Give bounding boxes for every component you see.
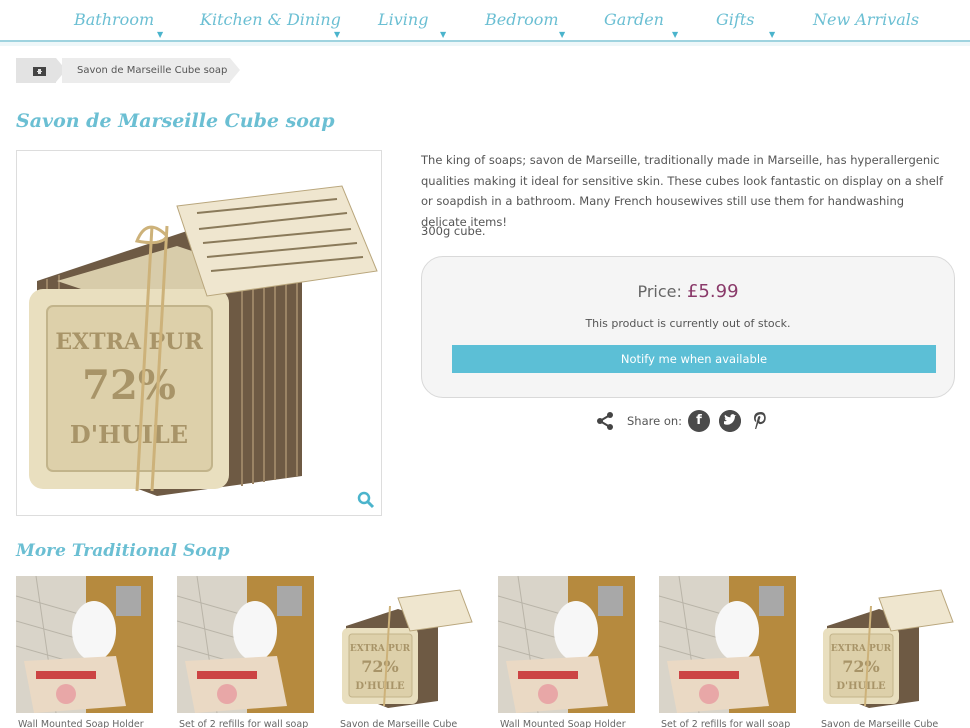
share-icon <box>597 412 613 430</box>
chevron-down-icon[interactable]: ▼ <box>157 31 163 39</box>
nav-shadow <box>0 42 970 46</box>
related-product[interactable]: Wall Mounted Soap Holder <box>16 576 153 728</box>
soap-text-2: 72% <box>82 362 176 409</box>
related-product-caption[interactable]: Set of 2 refills for wall soap <box>179 719 314 728</box>
breadcrumb-separator <box>230 58 240 82</box>
share-label: Share on: <box>627 414 683 428</box>
pinterest-icon[interactable] <box>750 410 772 432</box>
price-box: Price: £5.99 This product is currently o… <box>421 256 955 398</box>
nav-item-kitchen-dining[interactable]: Kitchen & Dining <box>200 10 341 29</box>
zoom-icon[interactable] <box>357 491 375 509</box>
soap-text-1: EXTRA PUR <box>350 644 411 654</box>
facebook-icon[interactable]: f <box>688 410 710 432</box>
nav-item-new-arrivals[interactable]: New Arrivals <box>813 10 919 29</box>
related-product-caption[interactable]: Wall Mounted Soap Holder <box>18 719 153 728</box>
chevron-down-icon[interactable]: ▼ <box>334 31 340 39</box>
chevron-down-icon[interactable]: ▼ <box>672 31 678 39</box>
price-line: Price: £5.99 <box>422 281 954 302</box>
soap-text-2: 72% <box>842 657 879 676</box>
breadcrumb-current: Savon de Marseille Cube soap <box>62 58 230 83</box>
soap-holder-image <box>177 576 314 713</box>
twitter-icon[interactable] <box>719 410 741 432</box>
nav-item-bedroom[interactable]: Bedroom <box>485 10 559 29</box>
soap-text-3: D'HUILE <box>70 420 188 449</box>
related-product-caption[interactable]: Set of 2 refills for wall soap <box>661 719 796 728</box>
main-navigation: Bathroom ▼ Kitchen & Dining ▼ Living ▼ B… <box>0 0 970 42</box>
related-product[interactable]: Set of 2 refills for wall soap <box>177 576 314 728</box>
related-product-caption[interactable]: Savon de Marseille Cube <box>340 719 475 728</box>
soap-holder-image <box>16 576 153 713</box>
chevron-down-icon[interactable]: ▼ <box>769 31 775 39</box>
stock-status: This product is currently out of stock. <box>585 317 791 330</box>
nav-item-living[interactable]: Living <box>378 10 428 29</box>
nav-item-gifts[interactable]: Gifts <box>716 10 754 29</box>
soap-cube-image: EXTRA PUR 72% D'HUILE <box>819 576 956 713</box>
product-weight: 300g cube. <box>421 224 486 238</box>
related-product-caption[interactable]: Savon de Marseille Cube <box>821 719 956 728</box>
soap-text-3: D'HUILE <box>836 681 886 692</box>
page-title: Savon de Marseille Cube soap <box>16 110 335 132</box>
chevron-down-icon[interactable]: ▼ <box>559 31 565 39</box>
related-product[interactable]: EXTRA PUR 72% D'HUILE Savon de Marseille… <box>338 576 475 728</box>
related-product[interactable]: Wall Mounted Soap Holder <box>498 576 635 728</box>
chevron-down-icon[interactable]: ▼ <box>440 31 446 39</box>
related-product[interactable]: EXTRA PUR 72% D'HUILE Savon de Marseille… <box>819 576 956 728</box>
nav-item-garden[interactable]: Garden <box>604 10 664 29</box>
nav-item-bathroom[interactable]: Bathroom <box>74 10 154 29</box>
soap-cube-illustration: EXTRA PUR 72% D'HUILE <box>29 185 378 496</box>
soap-holder-image <box>659 576 796 713</box>
related-product[interactable]: Set of 2 refills for wall soap <box>659 576 796 728</box>
soap-holder-image <box>498 576 635 713</box>
product-image[interactable]: EXTRA PUR 72% D'HUILE <box>16 150 382 516</box>
soap-text-1: EXTRA PUR <box>831 644 892 654</box>
product-description: The king of soaps; savon de Marseille, t… <box>421 153 944 229</box>
soap-text-2: 72% <box>361 657 398 676</box>
price-value: £5.99 <box>686 281 739 302</box>
price-label: Price: <box>637 282 682 301</box>
related-product-caption[interactable]: Wall Mounted Soap Holder <box>500 719 635 728</box>
soap-cube-image: EXTRA PUR 72% D'HUILE <box>338 576 475 713</box>
home-icon <box>33 67 46 76</box>
breadcrumb-home[interactable] <box>16 58 56 83</box>
soap-text-1: EXTRA PUR <box>55 329 203 355</box>
related-products-title: More Traditional Soap <box>16 541 230 561</box>
soap-text-3: D'HUILE <box>355 681 405 692</box>
notify-button[interactable]: Notify me when available <box>452 345 936 373</box>
